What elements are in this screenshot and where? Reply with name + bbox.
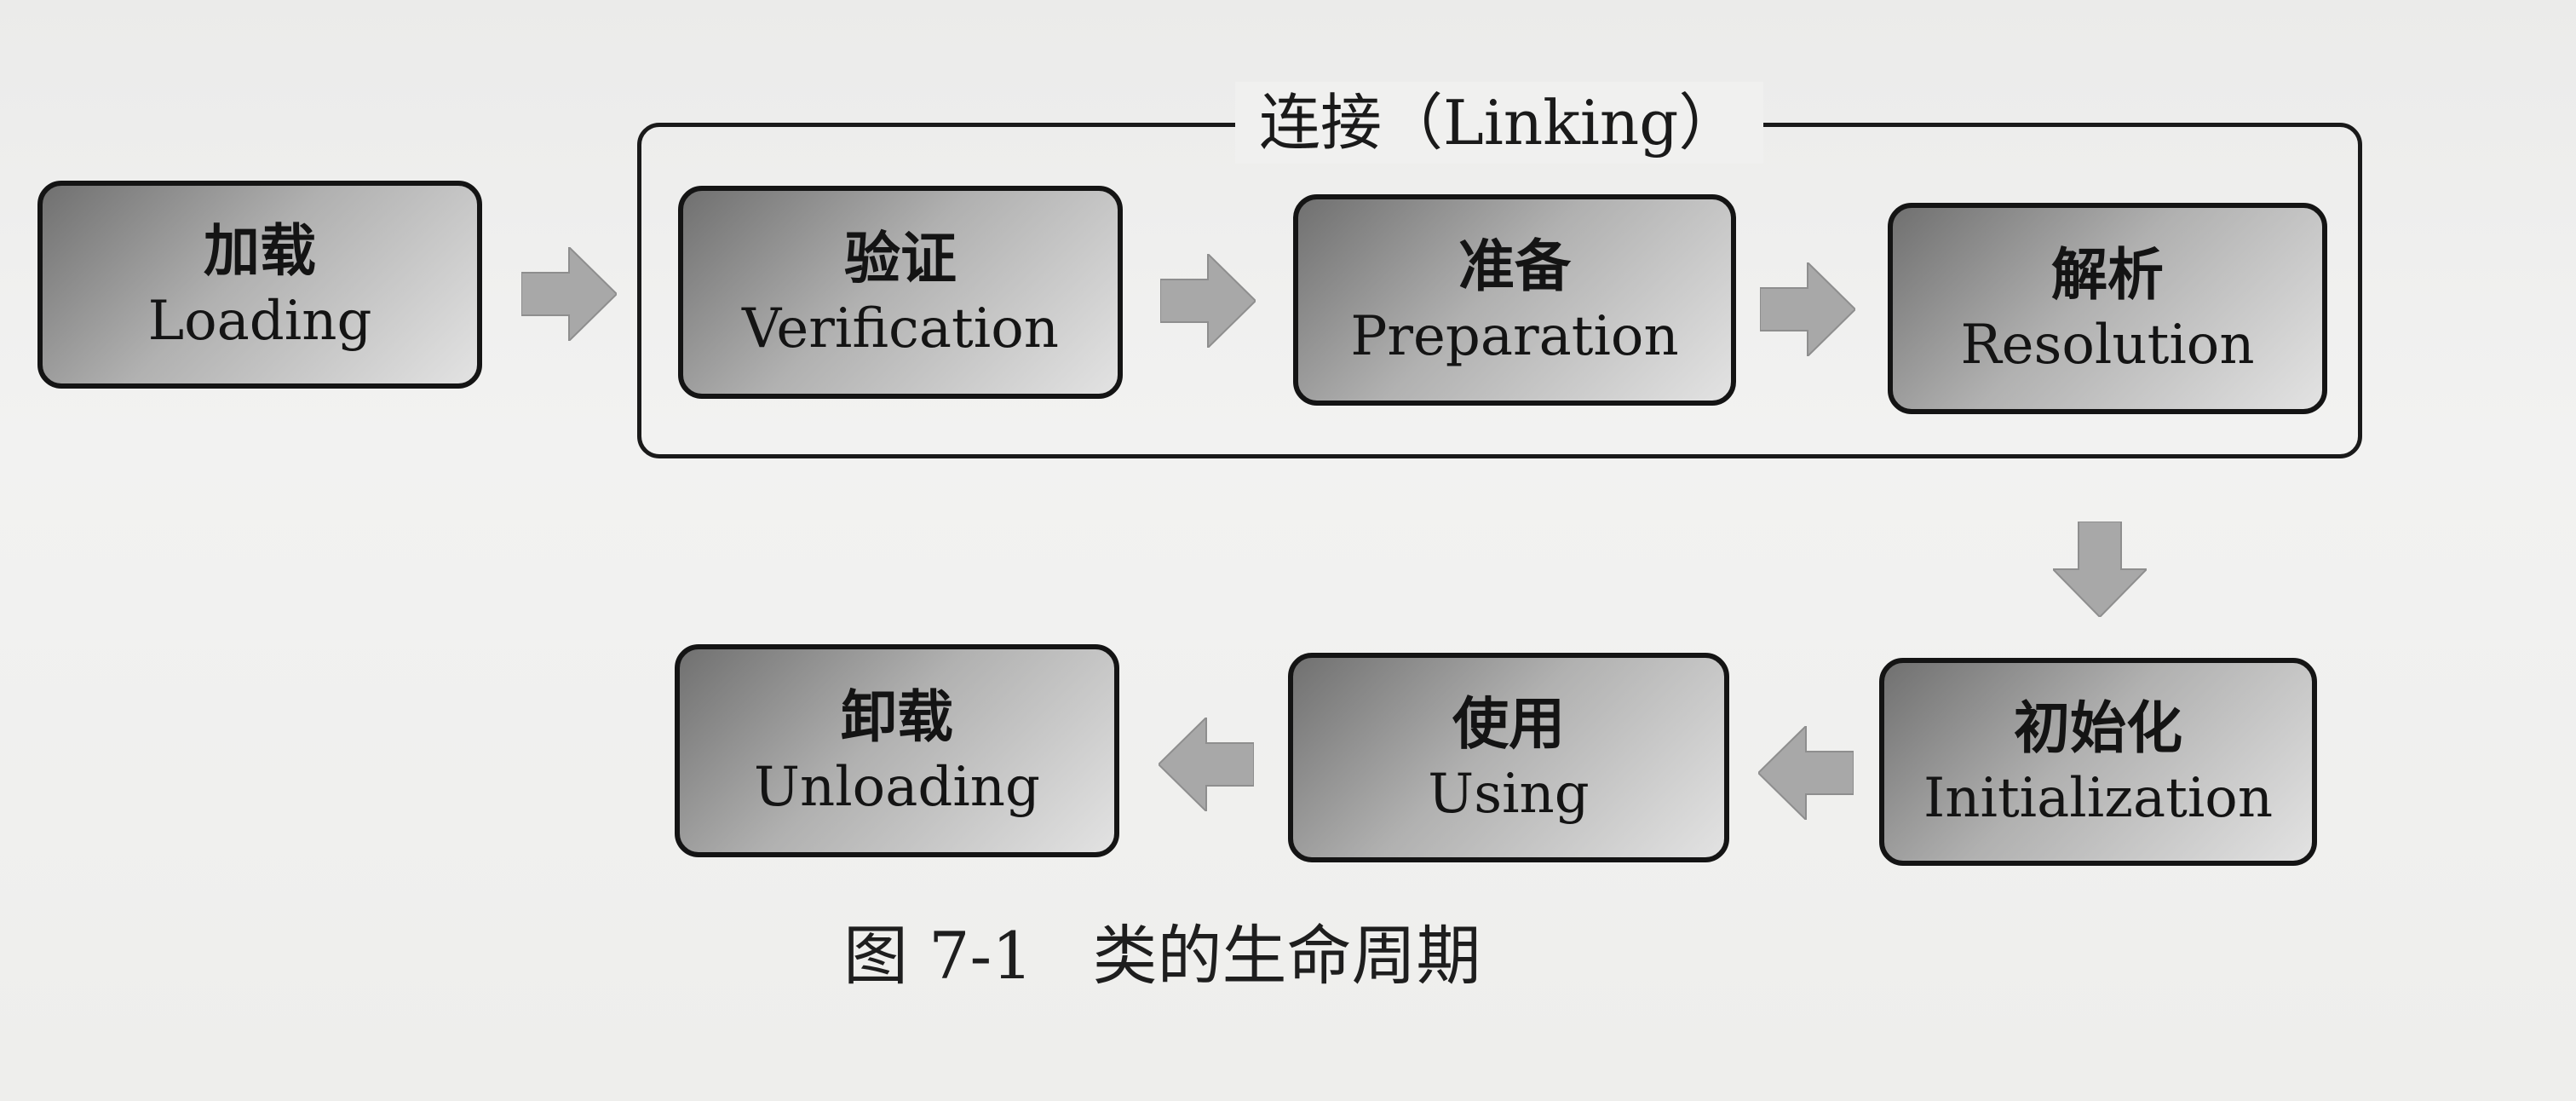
diagram-page: 连接（Linking） 加载 Loading 验证 Verification 准… bbox=[0, 0, 2576, 1101]
figure-caption-label: 图 7-1 bbox=[843, 918, 1033, 994]
stage-using-cn: 使用 bbox=[1452, 690, 1565, 757]
stage-resolution: 解析 Resolution bbox=[1888, 203, 2327, 414]
stage-initialization-cn: 初始化 bbox=[2014, 695, 2182, 761]
stage-preparation-cn: 准备 bbox=[1458, 233, 1571, 299]
figure-caption: 图 7-1 类的生命周期 bbox=[843, 914, 1481, 999]
stage-loading: 加载 Loading bbox=[37, 181, 482, 389]
arrow-right-icon bbox=[521, 247, 617, 341]
stage-unloading: 卸载 Unloading bbox=[675, 644, 1119, 857]
stage-verification-cn: 验证 bbox=[844, 225, 957, 291]
stage-using-en: Using bbox=[1428, 763, 1590, 826]
stage-preparation-en: Preparation bbox=[1350, 305, 1679, 368]
stage-resolution-en: Resolution bbox=[1960, 314, 2255, 377]
figure-caption-text: 类的生命周期 bbox=[1092, 918, 1481, 994]
stage-verification-en: Verification bbox=[742, 297, 1059, 360]
stage-preparation: 准备 Preparation bbox=[1293, 194, 1736, 406]
arrow-down-icon bbox=[2053, 522, 2147, 617]
arrow-right-icon bbox=[1760, 262, 1855, 356]
stage-unloading-cn: 卸载 bbox=[841, 683, 953, 750]
linking-group-title: 连接（Linking） bbox=[1235, 82, 1764, 164]
stage-using: 使用 Using bbox=[1288, 653, 1729, 862]
stage-unloading-en: Unloading bbox=[754, 756, 1040, 819]
arrow-right-icon bbox=[1160, 254, 1256, 348]
stage-loading-en: Loading bbox=[147, 290, 372, 353]
stage-initialization-en: Initialization bbox=[1923, 767, 2274, 830]
stage-verification: 验证 Verification bbox=[678, 186, 1123, 399]
arrow-left-icon bbox=[1758, 726, 1854, 820]
stage-loading-cn: 加载 bbox=[204, 217, 316, 284]
stage-resolution-cn: 解析 bbox=[2051, 241, 2164, 308]
arrow-left-icon bbox=[1159, 718, 1254, 811]
stage-initialization: 初始化 Initialization bbox=[1879, 658, 2317, 866]
